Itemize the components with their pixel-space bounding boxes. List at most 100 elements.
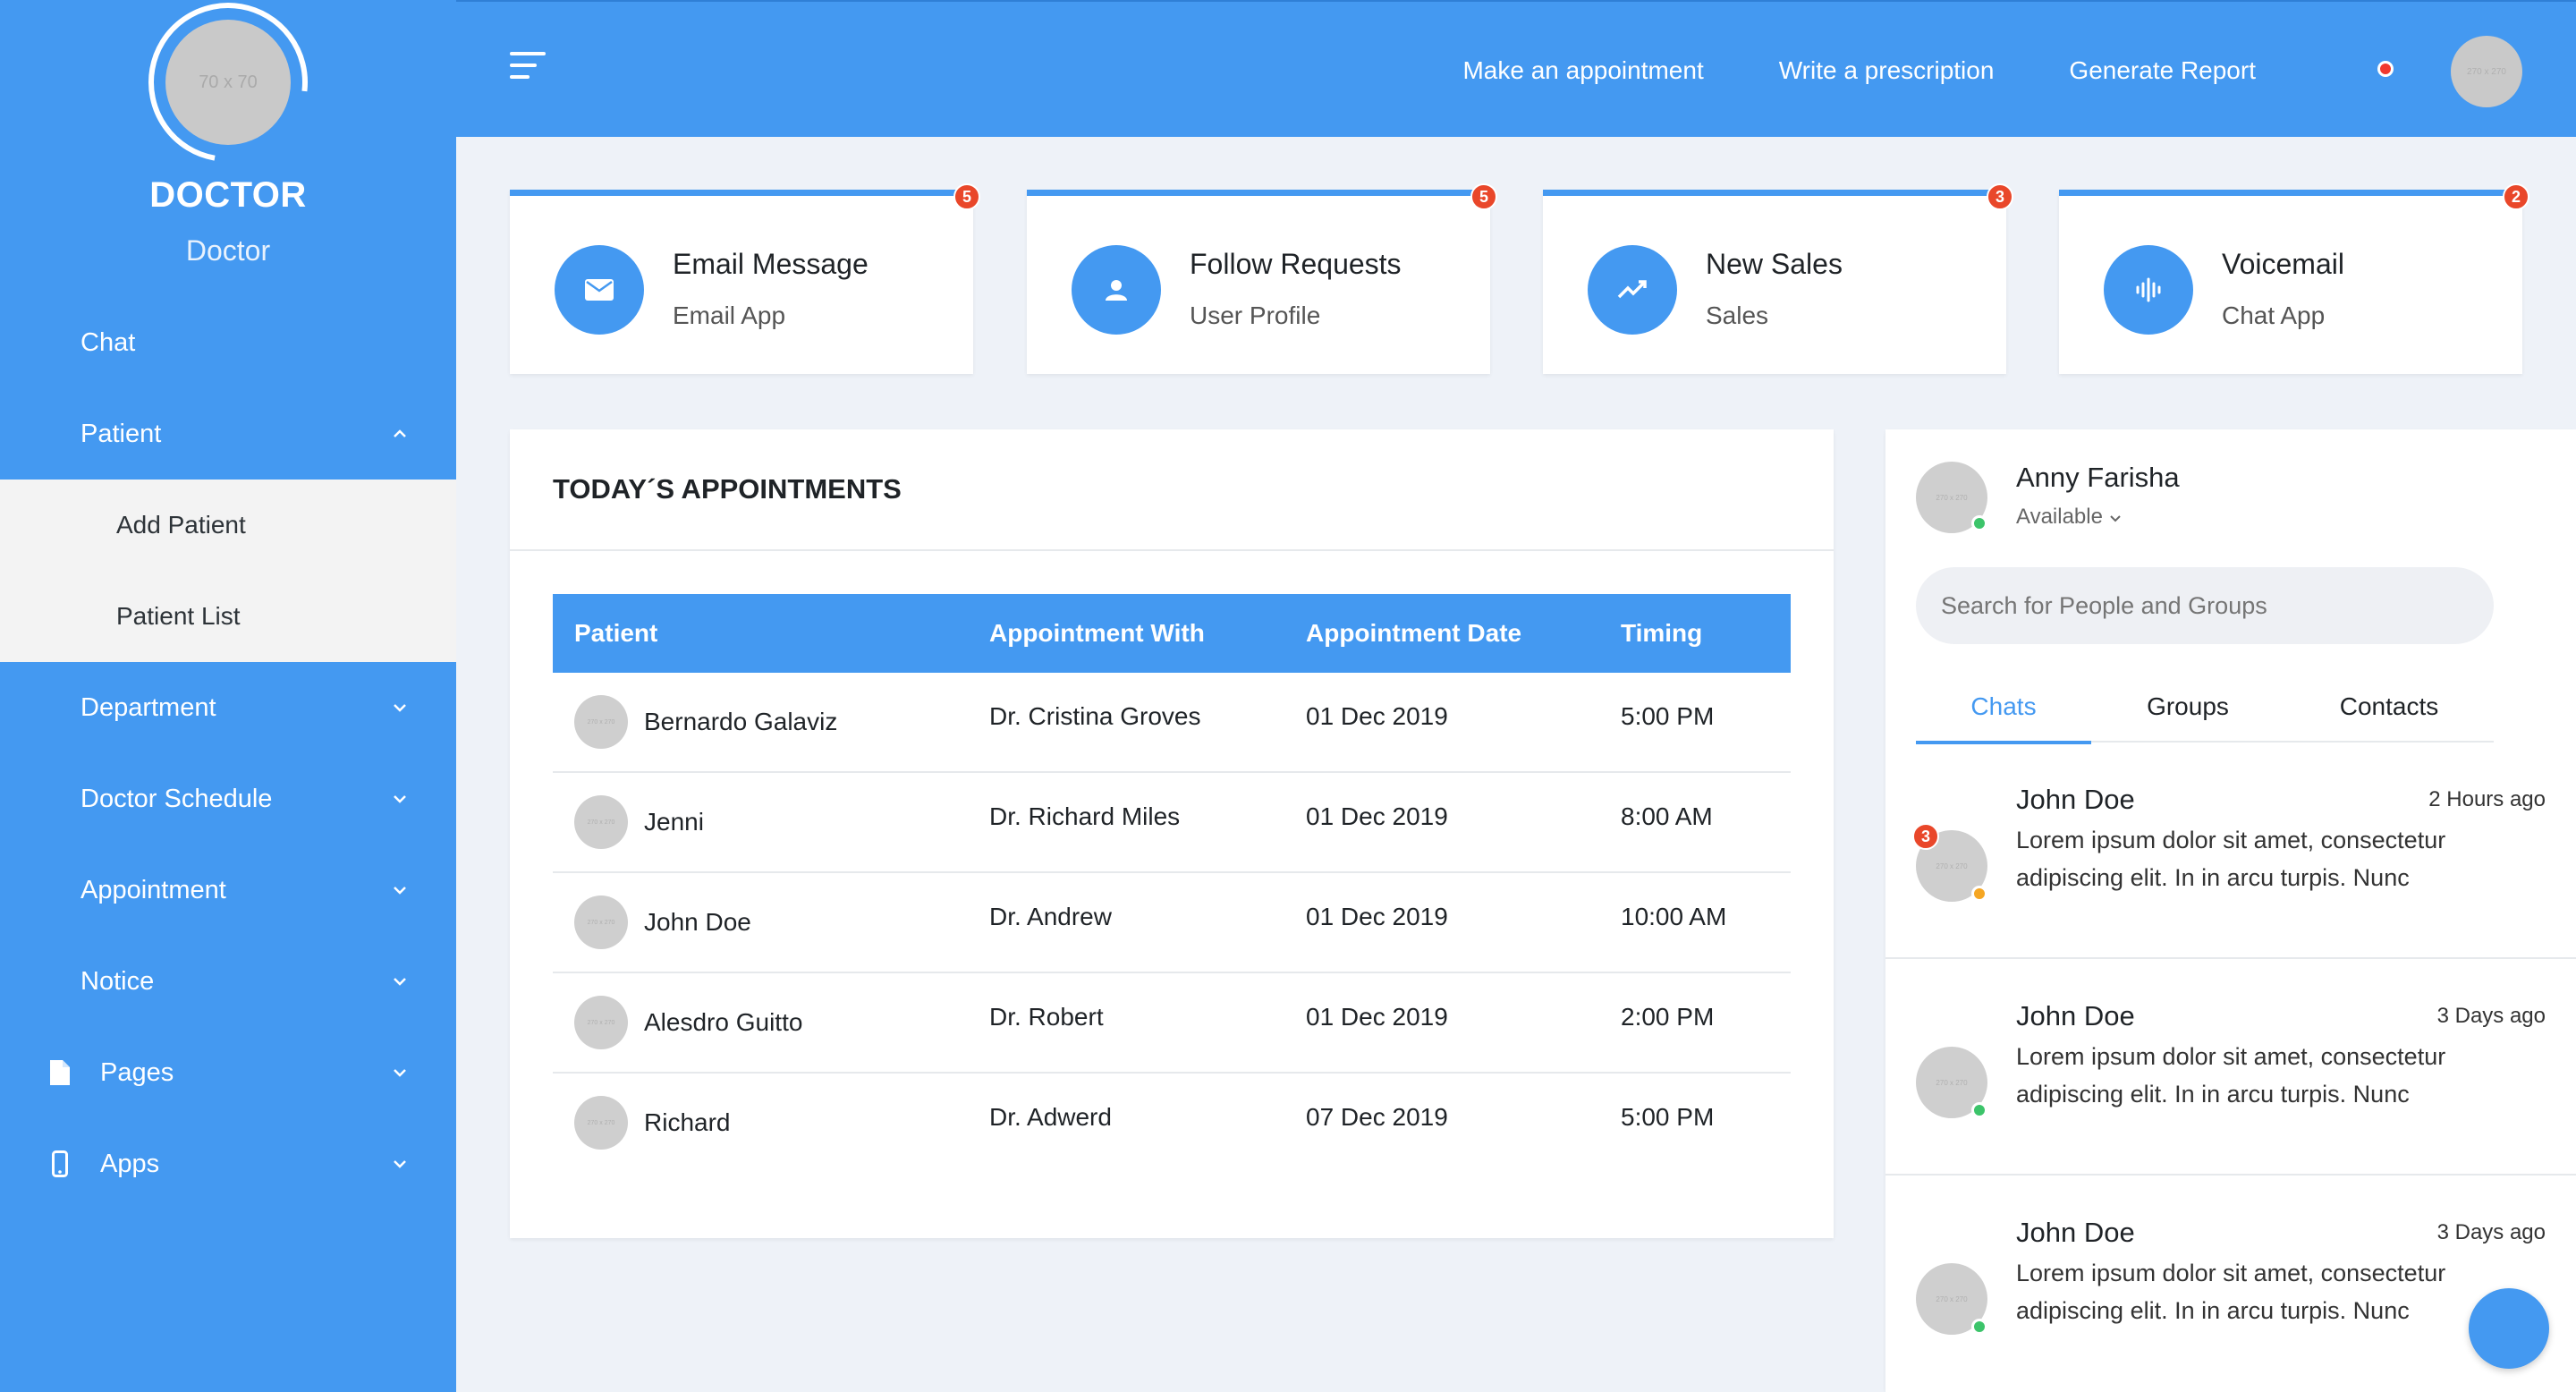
date-cell: 01 Dec 2019 — [1306, 802, 1448, 830]
chat-message-item[interactable]: 270 x 270 John Doe 3 Days ago Lorem ipsu… — [1885, 959, 2576, 1176]
patient-name[interactable]: Jenni — [644, 808, 704, 836]
search-input[interactable] — [1916, 567, 2494, 644]
doctor-cell: Dr. Cristina Groves — [989, 702, 1201, 730]
card-subtitle: User Profile — [1190, 301, 1321, 329]
profile-avatar[interactable]: 70 x 70 — [146, 0, 310, 165]
message-time: 3 Days ago — [2436, 1220, 2546, 1244]
table-header-row: Patient Appointment With Appointment Dat… — [553, 594, 1791, 673]
chevron-down-icon — [386, 694, 413, 721]
card-email-message[interactable]: 5 Email Message Email App — [510, 183, 980, 374]
time-cell: 10:00 AM — [1621, 903, 1727, 930]
tab-groups[interactable]: Groups — [2091, 671, 2284, 743]
sidebar-item-label: Pages — [100, 1057, 174, 1087]
voicemail-icon — [2104, 245, 2193, 335]
date-cell: 01 Dec 2019 — [1306, 702, 1448, 730]
patient-cell: 270 x 270 Bernardo Galaviz — [553, 673, 968, 771]
count-badge: 2 — [2503, 183, 2529, 210]
profile-role: Doctor — [185, 234, 271, 267]
sidebar-item-label: Patient List — [116, 602, 241, 630]
notification-dot[interactable] — [2377, 61, 2394, 77]
user-icon — [1072, 245, 1161, 335]
message-preview: Lorem ipsum dolor sit amet, consectetur … — [2016, 1260, 2446, 1324]
card-title: Email Message — [673, 248, 869, 280]
card-subtitle: Email App — [673, 301, 786, 329]
patient-name[interactable]: Alesdro Guitto — [644, 1008, 802, 1037]
sidebar-item-label: Doctor Schedule — [80, 784, 273, 813]
tab-chats[interactable]: Chats — [1916, 671, 2091, 744]
table-row[interactable]: 270 x 270 Jenni Dr. Richard Miles 01 Dec … — [553, 772, 1791, 872]
message-sender: John Doe — [2016, 1000, 2135, 1031]
appointments-panel: TODAY´S APPOINTMENTS Patient Appointment… — [510, 429, 1834, 1238]
file-icon — [47, 1059, 73, 1086]
sidebar-item-chat[interactable]: Chat — [0, 297, 456, 388]
patient-cell: 270 x 270 Alesdro Guitto — [553, 973, 968, 1072]
write-prescription-link[interactable]: Write a prescription — [1779, 56, 1995, 85]
sidebar: 70 x 70 DOCTOR Doctor Chat Patient Add P… — [0, 0, 456, 1392]
message-preview: Lorem ipsum dolor sit amet, consectetur … — [2016, 1043, 2446, 1108]
doctor-cell: Dr. Richard Miles — [989, 802, 1181, 830]
table-row[interactable]: 270 x 270 Alesdro Guitto Dr. Robert 01 De… — [553, 972, 1791, 1073]
message-sender: John Doe — [2016, 1217, 2135, 1248]
trend-up-icon — [1588, 245, 1677, 335]
chevron-down-icon — [386, 785, 413, 812]
sidebar-item-label: Chat — [80, 327, 136, 357]
message-time: 3 Days ago — [2436, 1004, 2546, 1028]
sidebar-item-notice[interactable]: Notice — [0, 936, 456, 1027]
sidebar-item-label: Add Patient — [116, 511, 246, 539]
table-row[interactable]: 270 x 270 Richard Dr. Adwerd 07 Dec 2019 … — [553, 1073, 1791, 1172]
time-cell: 2:00 PM — [1621, 1003, 1715, 1031]
message-sender: John Doe — [2016, 784, 2135, 815]
patient-name[interactable]: Richard — [644, 1108, 730, 1137]
card-subtitle: Chat App — [2222, 301, 2326, 329]
sidebar-item-appointment[interactable]: Appointment — [0, 845, 456, 936]
patient-avatar: 270 x 270 — [574, 895, 628, 949]
status-dropdown[interactable]: Available — [2016, 505, 2122, 530]
patient-avatar: 270 x 270 — [574, 1096, 628, 1150]
time-cell: 5:00 PM — [1621, 702, 1715, 730]
doctor-cell: Dr. Andrew — [989, 903, 1112, 930]
sidebar-item-department[interactable]: Department — [0, 662, 456, 753]
chat-panel: 270 x 270 Anny Farisha Available Chats G… — [1885, 429, 2576, 1392]
tab-contacts[interactable]: Contacts — [2284, 671, 2494, 743]
patient-name[interactable]: Bernardo Galaviz — [644, 708, 837, 736]
chat-message-item[interactable]: 270 x 270 John Doe 3 Days ago Lorem ipsu… — [1885, 1176, 2576, 1392]
online-status-dot — [1971, 1319, 1987, 1335]
sidebar-item-pages[interactable]: Pages — [0, 1027, 456, 1118]
sidebar-item-doctor-schedule[interactable]: Doctor Schedule — [0, 753, 456, 845]
card-title: Voicemail — [2222, 248, 2344, 280]
unread-badge: 3 — [1912, 823, 1939, 850]
patient-name[interactable]: John Doe — [644, 908, 751, 937]
card-follow-requests[interactable]: 5 Follow Requests User Profile — [1027, 183, 1497, 374]
topbar: Make an appointment Write a prescription… — [456, 0, 2576, 137]
chat-message-item[interactable]: 270 x 270 3 John Doe 2 Hours ago Lorem i… — [1885, 743, 2576, 959]
count-badge: 5 — [953, 183, 980, 210]
table-row[interactable]: 270 x 270 Bernardo Galaviz Dr. Cristina G… — [553, 673, 1791, 772]
time-cell: 8:00 AM — [1621, 802, 1713, 830]
make-appointment-link[interactable]: Make an appointment — [1462, 56, 1703, 85]
sidebar-item-apps[interactable]: Apps — [0, 1118, 456, 1210]
envelope-icon — [555, 245, 644, 335]
sidebar-item-add-patient[interactable]: Add Patient — [0, 480, 456, 571]
chat-tabs: Chats Groups Contacts — [1916, 671, 2494, 744]
column-header: Timing — [1621, 619, 1703, 647]
user-avatar[interactable]: 270 x 270 — [2451, 36, 2522, 107]
table-row[interactable]: 270 x 270 John Doe Dr. Andrew 01 Dec 2019… — [553, 872, 1791, 972]
avatar-image: 70 x 70 — [165, 20, 291, 145]
generate-report-link[interactable]: Generate Report — [2069, 56, 2256, 85]
sidebar-item-patient-list[interactable]: Patient List — [0, 571, 456, 662]
card-new-sales[interactable]: 3 New Sales Sales — [1543, 183, 2013, 374]
sidebar-item-label: Patient — [80, 419, 162, 448]
card-voicemail[interactable]: 2 Voicemail Chat App — [2059, 183, 2529, 374]
sidebar-profile: 70 x 70 DOCTOR Doctor — [0, 0, 456, 295]
patient-cell: 270 x 270 Richard — [553, 1074, 968, 1172]
card-title: Follow Requests — [1190, 248, 1402, 280]
patient-avatar: 270 x 270 — [574, 795, 628, 849]
floating-action-button[interactable] — [2469, 1288, 2549, 1369]
away-status-dot — [1971, 886, 1987, 902]
menu-toggle-icon[interactable] — [510, 52, 546, 79]
chat-user-name: Anny Farisha — [2016, 462, 2180, 493]
chevron-down-icon — [386, 877, 413, 904]
sidebar-item-patient[interactable]: Patient — [0, 388, 456, 480]
patient-cell: 270 x 270 Jenni — [553, 773, 968, 871]
panel-title: TODAY´S APPOINTMENTS — [510, 429, 1834, 551]
